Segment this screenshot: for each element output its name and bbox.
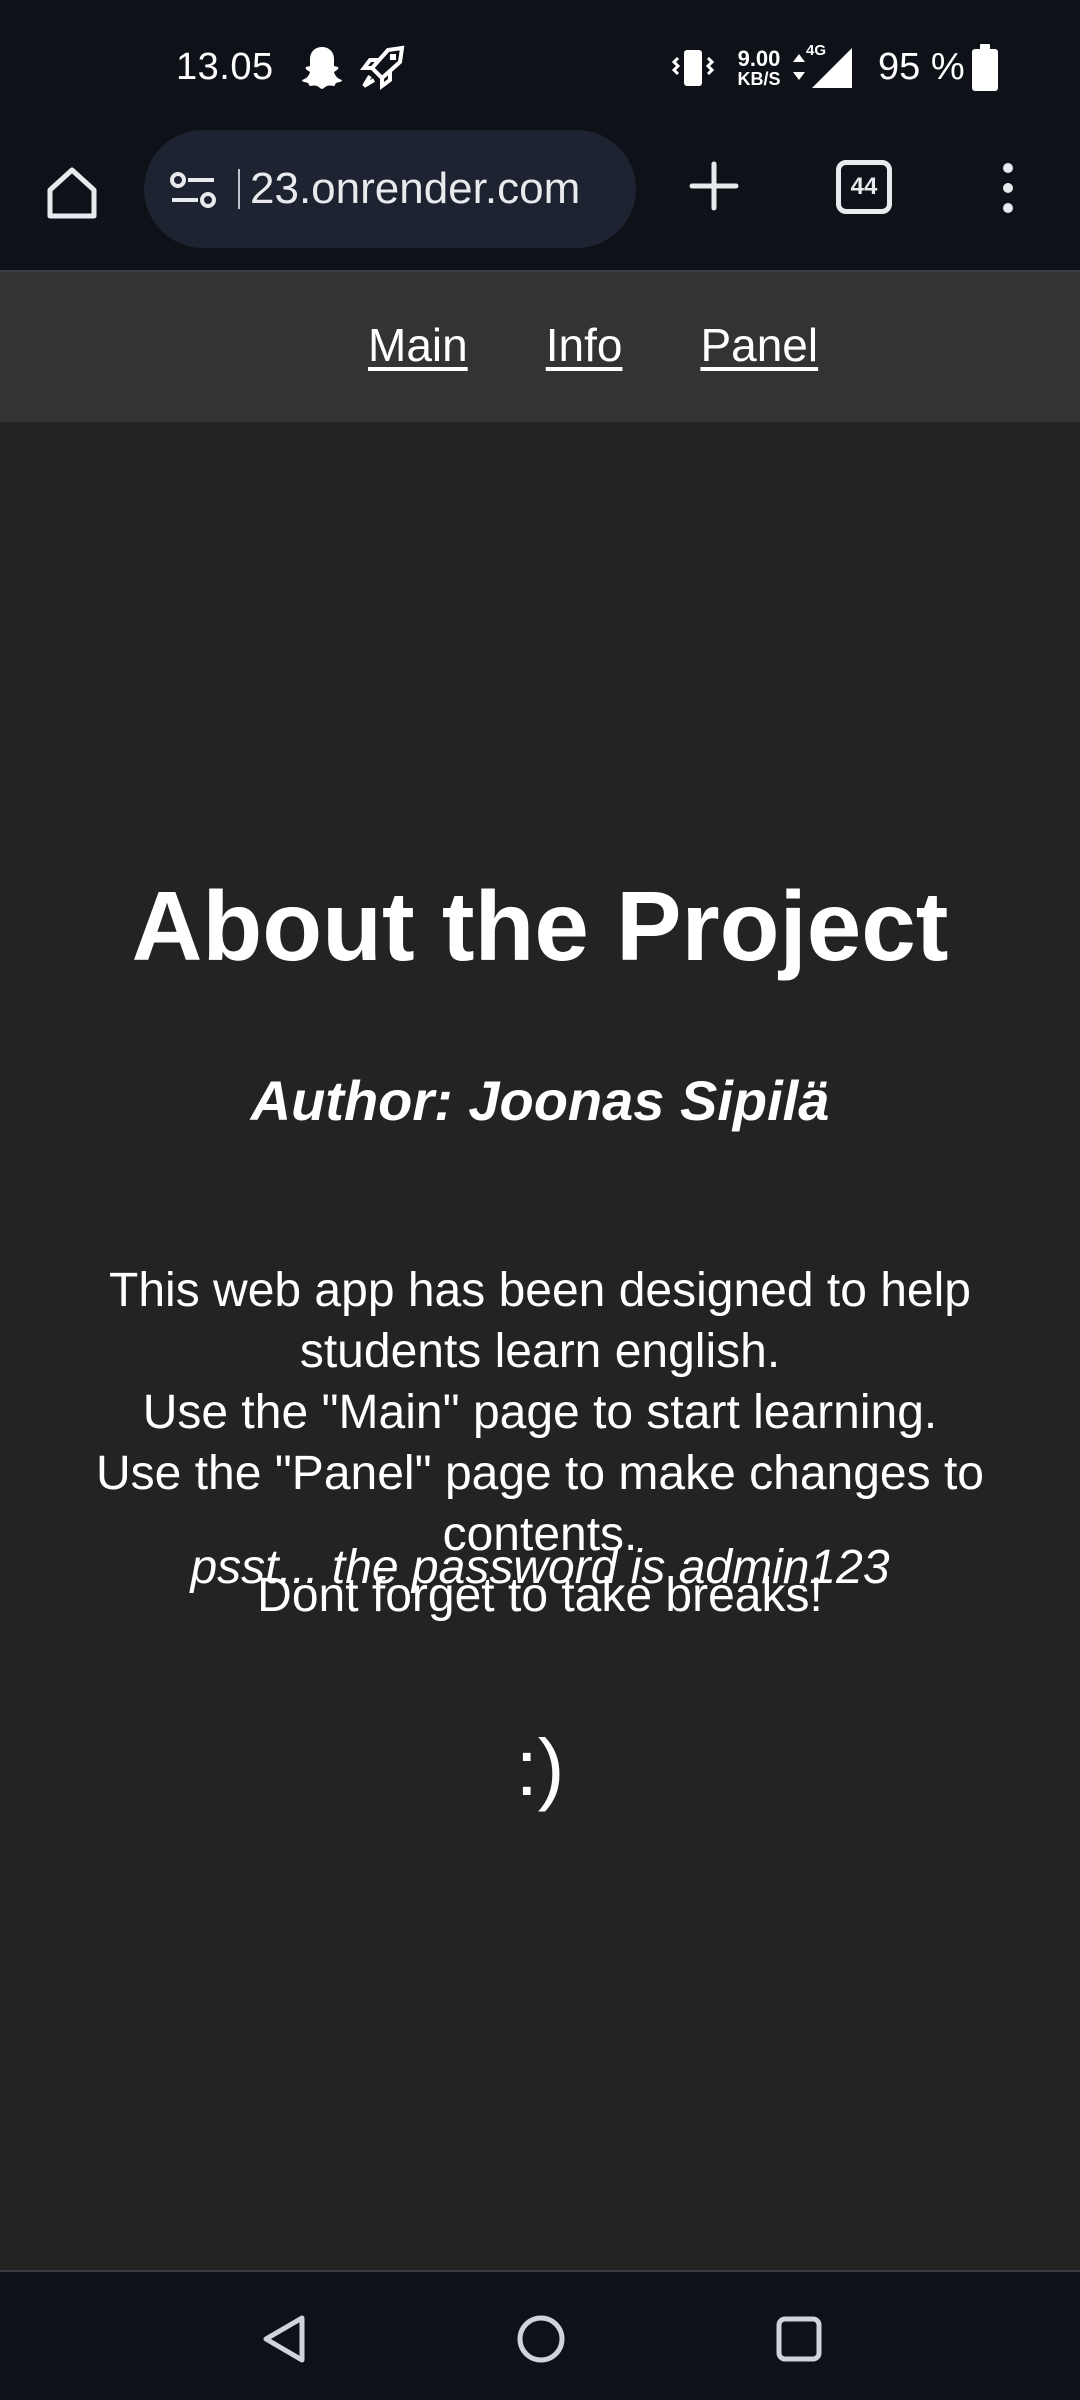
- battery-icon: [972, 44, 998, 91]
- signal-icon: [812, 48, 852, 88]
- address-bar[interactable]: 23.onrender.com: [144, 130, 636, 248]
- status-bar: 13.05 9.00 KB/S 4G 95 %: [0, 0, 1080, 130]
- site-nav: Main Info Panel: [0, 272, 1080, 422]
- tabs-icon[interactable]: 44: [836, 160, 892, 214]
- speed-value: 9.00: [737, 46, 781, 71]
- password-hint: psst... the password is admin123: [190, 1541, 890, 1594]
- vibrate-icon: [671, 50, 715, 86]
- description-line: Use the "Main" page to start learning.: [142, 1386, 938, 1439]
- recents-icon[interactable]: [772, 2312, 826, 2366]
- url-text[interactable]: 23.onrender.com: [238, 164, 624, 214]
- smiley: :): [515, 1723, 565, 1812]
- back-icon[interactable]: [256, 2312, 312, 2366]
- battery-percent: 95 %: [878, 46, 965, 88]
- speed-unit: KB/S: [737, 69, 781, 89]
- rocket-icon: [360, 45, 405, 90]
- nav-link-panel[interactable]: Panel: [700, 318, 818, 372]
- home-circle-icon[interactable]: [514, 2312, 568, 2366]
- site-settings-icon[interactable]: [168, 168, 220, 212]
- page-title: About the Project: [131, 871, 949, 981]
- android-nav-bar: [0, 2270, 1080, 2400]
- browser-toolbar: 23.onrender.com 44: [0, 130, 1080, 272]
- main-content: About the Project Author: Joonas Sipilä …: [0, 422, 1080, 2270]
- home-icon[interactable]: [40, 160, 104, 224]
- tab-count: 44: [850, 173, 878, 200]
- network-speed: 9.00 KB/S: [732, 46, 786, 89]
- more-vert-icon[interactable]: [994, 158, 1022, 218]
- nav-link-main[interactable]: Main: [368, 318, 468, 372]
- plus-icon[interactable]: [686, 158, 742, 214]
- description-line: This web app has been designed to help s…: [109, 1264, 971, 1378]
- status-time: 13.05: [176, 46, 274, 88]
- snapchat-ghost-icon: [302, 47, 342, 89]
- nav-links: Main Info Panel: [368, 318, 818, 372]
- page-author: Author: Joonas Sipilä: [250, 1069, 830, 1132]
- nav-link-info[interactable]: Info: [546, 318, 623, 372]
